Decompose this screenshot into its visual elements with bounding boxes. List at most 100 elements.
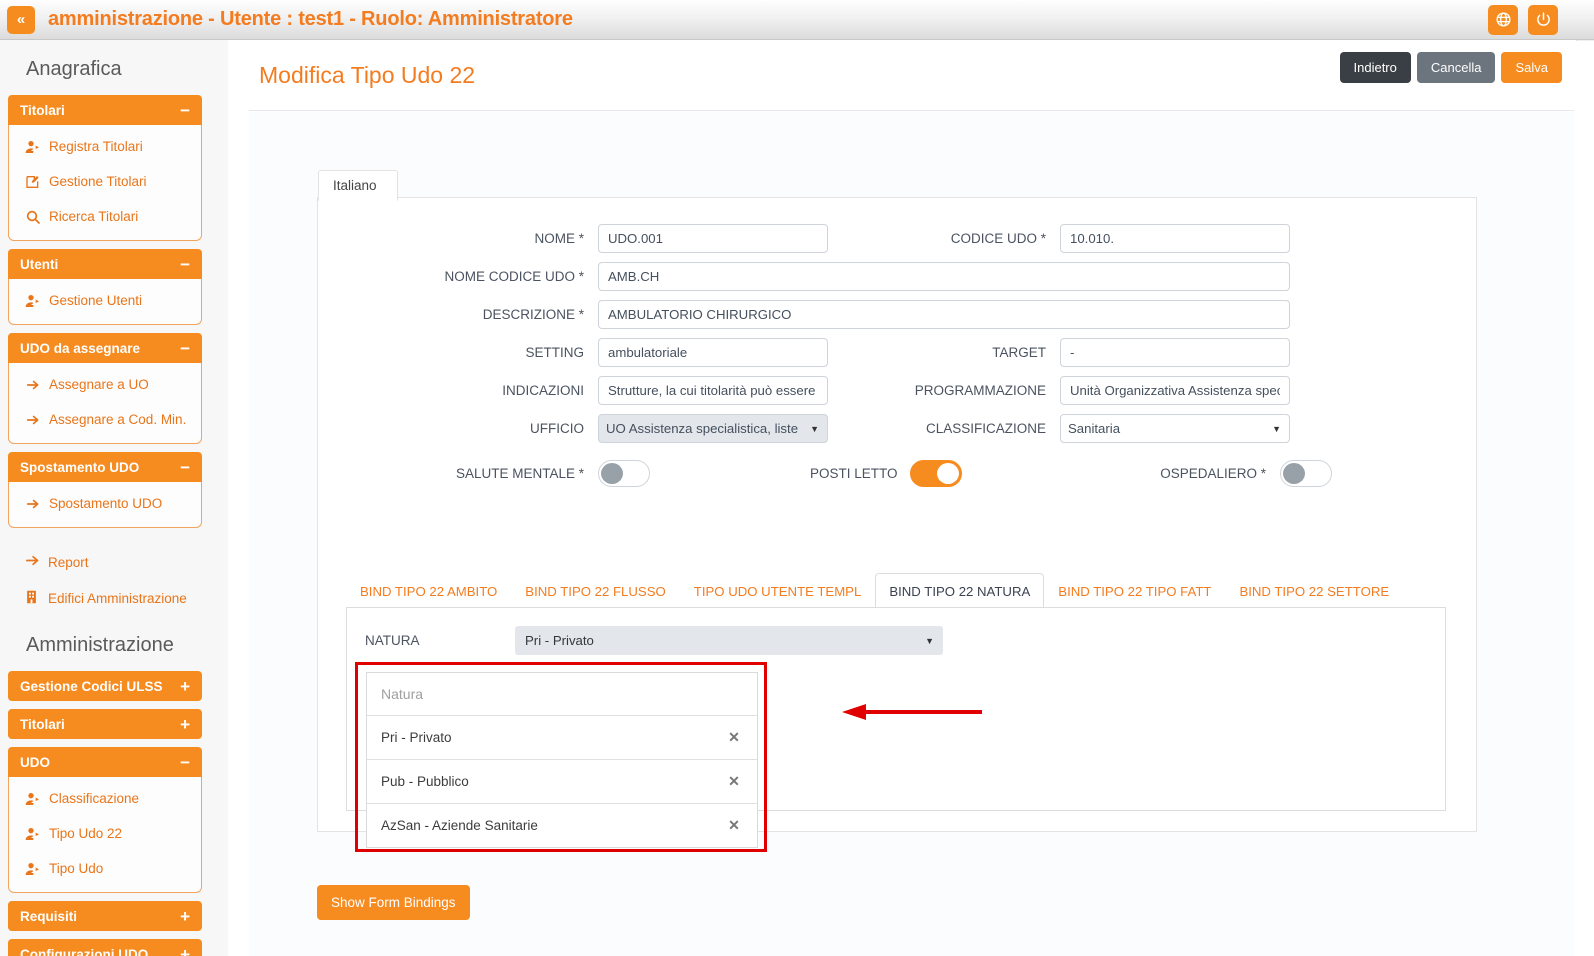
back-button[interactable]: Indietro	[1339, 52, 1411, 83]
field-ospedaliero: OSPEDALIERO *	[1150, 460, 1332, 487]
descrizione-input[interactable]	[598, 300, 1290, 329]
sidebar-item-edifici-amministrazione[interactable]: Edifici Amministrazione	[8, 580, 202, 616]
collapse-toggle-icon: −	[180, 100, 190, 120]
list-item[interactable]: AzSan - Aziende Sanitarie ✕	[367, 804, 757, 847]
edit-square-icon	[25, 174, 47, 190]
list-item[interactable]: Pri - Privato ✕	[367, 716, 757, 760]
page-title: Modifica Tipo Udo 22	[259, 62, 476, 88]
group-label: Requisiti	[20, 908, 78, 924]
close-icon[interactable]: ✕	[711, 817, 757, 834]
tab-italiano[interactable]: Italiano	[318, 170, 398, 201]
field-label: PROGRAMMAZIONE	[914, 383, 1046, 398]
expand-toggle-icon: +	[180, 906, 190, 926]
sidebar-item-ricerca-titolari[interactable]: Ricerca Titolari	[9, 199, 201, 234]
sidebar-group-udo: UDO − Classificazione Tipo Udo 22 Tipo U…	[8, 747, 202, 893]
tab-bind-tipo-22-flusso[interactable]: BIND TIPO 22 FLUSSO	[511, 573, 679, 609]
setting-input[interactable]	[598, 338, 828, 367]
sidebar-item-report[interactable]: Report	[8, 544, 202, 580]
sidebar-group-header-udo[interactable]: UDO −	[8, 747, 202, 777]
posti-letto-toggle[interactable]	[910, 460, 962, 487]
sidebar: Anagrafica Titolari − Registra Titolari	[0, 40, 228, 956]
sidebar-group-header-gestione-codici-ulss[interactable]: Gestione Codici ULSS +	[8, 671, 202, 701]
sidebar-group-titolari-2: Titolari +	[8, 709, 202, 739]
tab-bind-tipo-22-tipo-fatt[interactable]: BIND TIPO 22 TIPO FATT	[1044, 573, 1225, 609]
field-programmazione: PROGRAMMAZIONE	[877, 376, 1290, 405]
sidebar-group-header-udo-da-assegnare[interactable]: UDO da assegnare −	[8, 333, 202, 363]
form-row-setting: SETTING TARGET	[348, 338, 1446, 367]
logout-button[interactable]	[1528, 4, 1558, 35]
list-item-label: Pub - Pubblico	[381, 774, 469, 789]
save-button[interactable]: Salva	[1501, 52, 1562, 83]
nome-input[interactable]	[598, 224, 828, 253]
sidebar-group-header-titolari[interactable]: Titolari −	[8, 95, 202, 125]
nome-codice-udo-input[interactable]	[598, 262, 1290, 291]
sidebar-group-body-spostamento-udo: Spostamento UDO	[8, 482, 202, 528]
tab-bind-tipo-22-settore[interactable]: BIND TIPO 22 SETTORE	[1225, 573, 1403, 609]
sidebar-group-header-spostamento-udo[interactable]: Spostamento UDO −	[8, 452, 202, 482]
sidebar-group-header-configurazioni-udo[interactable]: Configurazioni UDO +	[8, 939, 202, 956]
ufficio-select-wrapper: UO Assistenza specialistica, liste d ▼	[598, 414, 828, 443]
field-label: POSTI LETTO	[810, 466, 898, 481]
collapse-toggle-icon: −	[180, 752, 190, 772]
group-label: UDO	[20, 754, 50, 770]
power-icon	[1535, 11, 1552, 28]
sidebar-item-gestione-titolari[interactable]: Gestione Titolari	[9, 164, 201, 199]
tab-bind-tipo-22-ambito[interactable]: BIND TIPO 22 AMBITO	[346, 573, 511, 609]
sidebar-item-tipo-udo[interactable]: Tipo Udo	[9, 851, 201, 886]
natura-select[interactable]: Pri - Privato	[515, 626, 943, 655]
sidebar-content: Anagrafica Titolari − Registra Titolari	[0, 40, 210, 956]
indicazioni-input[interactable]	[598, 376, 828, 405]
sidebar-item-spostamento-udo[interactable]: Spostamento UDO	[9, 486, 201, 521]
field-salute-mentale: SALUTE MENTALE *	[348, 460, 650, 487]
collapse-toggle-icon: −	[180, 254, 190, 274]
form-row-toggles: SALUTE MENTALE * POSTI LETTO OSPEDALIERO…	[348, 460, 1446, 487]
list-item[interactable]: Pub - Pubblico ✕	[367, 760, 757, 804]
field-nome: NOME *	[348, 224, 828, 253]
page-header: Modifica Tipo Udo 22 Indietro Cancella S…	[249, 41, 1574, 111]
toggle-knob	[601, 463, 623, 484]
group-label: UDO da assegnare	[20, 340, 141, 356]
group-label: Utenti	[20, 256, 59, 272]
programmazione-input[interactable]	[1060, 376, 1290, 405]
sidebar-item-label: Ricerca Titolari	[49, 209, 139, 224]
sidebar-item-gestione-utenti[interactable]: Gestione Utenti	[9, 283, 201, 318]
close-icon[interactable]: ✕	[711, 729, 757, 746]
sidebar-group-configurazioni-udo: Configurazioni UDO +	[8, 939, 202, 956]
language-button[interactable]	[1488, 4, 1518, 35]
sidebar-group-body-udo: Classificazione Tipo Udo 22 Tipo Udo	[8, 777, 202, 893]
close-icon[interactable]: ✕	[711, 773, 757, 790]
list-item-label: AzSan - Aziende Sanitarie	[381, 818, 538, 833]
sidebar-item-assegnare-a-cod-min[interactable]: Assegnare a Cod. Min.	[9, 402, 201, 437]
ufficio-select[interactable]: UO Assistenza specialistica, liste d	[598, 414, 828, 443]
sidebar-heading-anagrafica: Anagrafica	[26, 58, 122, 80]
sidebar-item-label: Gestione Titolari	[49, 174, 147, 189]
field-descrizione: DESCRIZIONE *	[348, 300, 1290, 329]
user-add-icon	[25, 293, 47, 309]
field-setting: SETTING	[348, 338, 828, 367]
salute-mentale-toggle[interactable]	[598, 460, 650, 487]
sidebar-item-registra-titolari[interactable]: Registra Titolari	[9, 129, 201, 164]
sidebar-item-assegnare-a-uo[interactable]: Assegnare a UO	[9, 367, 201, 402]
classificazione-select[interactable]: Sanitaria	[1060, 414, 1290, 443]
sidebar-group-spostamento-udo: Spostamento UDO − Spostamento UDO	[8, 452, 202, 528]
sidebar-collapse-button[interactable]: «	[7, 5, 35, 34]
tab-bind-tipo-22-natura[interactable]: BIND TIPO 22 NATURA	[875, 573, 1045, 609]
expand-toggle-icon: +	[180, 944, 190, 956]
sidebar-item-tipo-udo-22[interactable]: Tipo Udo 22	[9, 816, 201, 851]
target-input[interactable]	[1060, 338, 1290, 367]
codice-udo-input[interactable]	[1060, 224, 1290, 253]
search-icon	[25, 209, 47, 225]
cancel-button[interactable]: Cancella	[1416, 52, 1496, 83]
bind-tabs: BIND TIPO 22 AMBITO BIND TIPO 22 FLUSSO …	[346, 570, 1446, 609]
sidebar-group-header-titolari-2[interactable]: Titolari +	[8, 709, 202, 739]
sidebar-item-label: Classificazione	[49, 791, 140, 806]
expand-toggle-icon: +	[180, 714, 190, 734]
ospedaliero-toggle[interactable]	[1280, 460, 1332, 487]
tab-tipo-udo-utente-templ[interactable]: TIPO UDO UTENTE TEMPL	[680, 573, 876, 609]
field-label: UFFICIO	[530, 421, 584, 436]
sidebar-item-classificazione[interactable]: Classificazione	[9, 781, 201, 816]
sidebar-group-header-utenti[interactable]: Utenti −	[8, 249, 202, 279]
show-form-bindings-button[interactable]: Show Form Bindings	[317, 885, 470, 920]
natura-select-wrapper: Pri - Privato ▼	[515, 626, 943, 655]
sidebar-group-header-requisiti[interactable]: Requisiti +	[8, 901, 202, 931]
